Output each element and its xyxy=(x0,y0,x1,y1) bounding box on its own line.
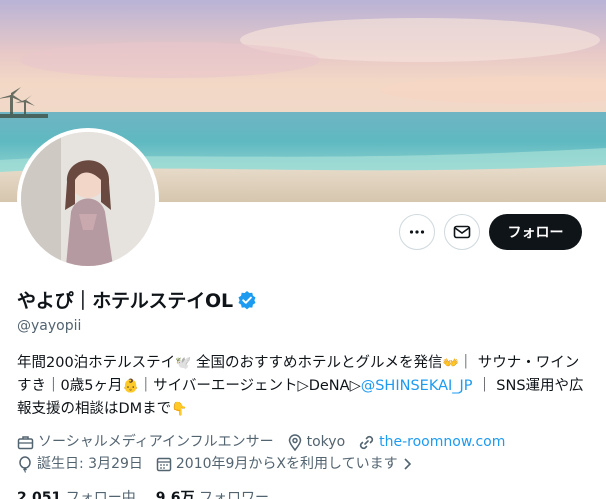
bio: 年間200泊ホテルステイ🕊️ 全国のおすすめホテルとグルメを発信👐｜ サウナ・ワ… xyxy=(17,352,592,421)
briefcase-icon xyxy=(17,435,34,449)
bio-mention-link[interactable]: @SHINSEKAI_JP xyxy=(361,378,473,394)
following-label: フォロー中 xyxy=(65,490,136,499)
hands-icon: 👐 xyxy=(442,356,459,371)
category-item: ソーシャルメディアインフルエンサー xyxy=(17,431,274,453)
profile-actions: フォロー xyxy=(399,214,582,250)
chevron-right-icon xyxy=(404,458,411,470)
envelope-icon xyxy=(453,225,471,239)
joined-item[interactable]: 2010年9月からXを利用しています xyxy=(156,453,412,475)
website-link[interactable]: the-roomnow.com xyxy=(379,431,505,453)
bio-text: 全国のおすすめホテルとグルメを発信 xyxy=(191,355,443,371)
location-item: tokyo xyxy=(287,431,346,453)
location-label: tokyo xyxy=(306,434,346,450)
birthday-label: 誕生日: 3月29日 xyxy=(37,456,143,472)
calendar-icon xyxy=(156,457,172,472)
balloon-icon xyxy=(19,455,31,473)
follow-stats: 2,051 フォロー中 9.6万 フォロワー xyxy=(17,487,592,499)
baby-icon: 👶 xyxy=(122,379,139,394)
link-icon xyxy=(360,435,374,449)
website-item: the-roomnow.com xyxy=(358,431,505,453)
avatar-photo xyxy=(21,132,155,266)
category-label: ソーシャルメディアインフルエンサー xyxy=(38,434,274,450)
more-icon xyxy=(409,230,425,234)
followers-stat[interactable]: 9.6万 フォロワー xyxy=(156,487,269,499)
verified-badge-icon[interactable] xyxy=(237,290,257,310)
avatar[interactable] xyxy=(17,128,159,270)
pointing-down-icon: 👇 xyxy=(171,402,188,417)
following-count: 2,051 xyxy=(17,490,62,499)
location-pin-icon xyxy=(288,433,301,451)
message-button[interactable] xyxy=(444,214,480,250)
bio-text: ｜サイバーエージェント▷DeNA▷ xyxy=(138,378,361,394)
follow-button[interactable]: フォロー xyxy=(489,214,582,250)
handle: @yayopii xyxy=(17,318,82,334)
following-stat[interactable]: 2,051 フォロー中 xyxy=(17,487,136,499)
joined-label: 2010年9月からXを利用しています xyxy=(175,456,398,472)
profile-info: やよぴ｜ホテルステイOL @yayopii 年間200泊ホテルステイ🕊️ 全国の… xyxy=(17,286,592,499)
birthday-item: 誕生日: 3月29日 xyxy=(17,453,143,475)
followers-count: 9.6万 xyxy=(155,490,195,499)
more-button[interactable] xyxy=(399,214,435,250)
followers-label: フォロワー xyxy=(199,490,270,499)
display-name: やよぴ｜ホテルステイOL xyxy=(17,290,233,312)
sparkle-icon: 🕊️ xyxy=(175,356,192,371)
profile-meta: ソーシャルメディアインフルエンサー tokyo the-roomnow.com xyxy=(17,431,592,475)
bio-text: 年間200泊ホテルステイ xyxy=(17,355,176,371)
